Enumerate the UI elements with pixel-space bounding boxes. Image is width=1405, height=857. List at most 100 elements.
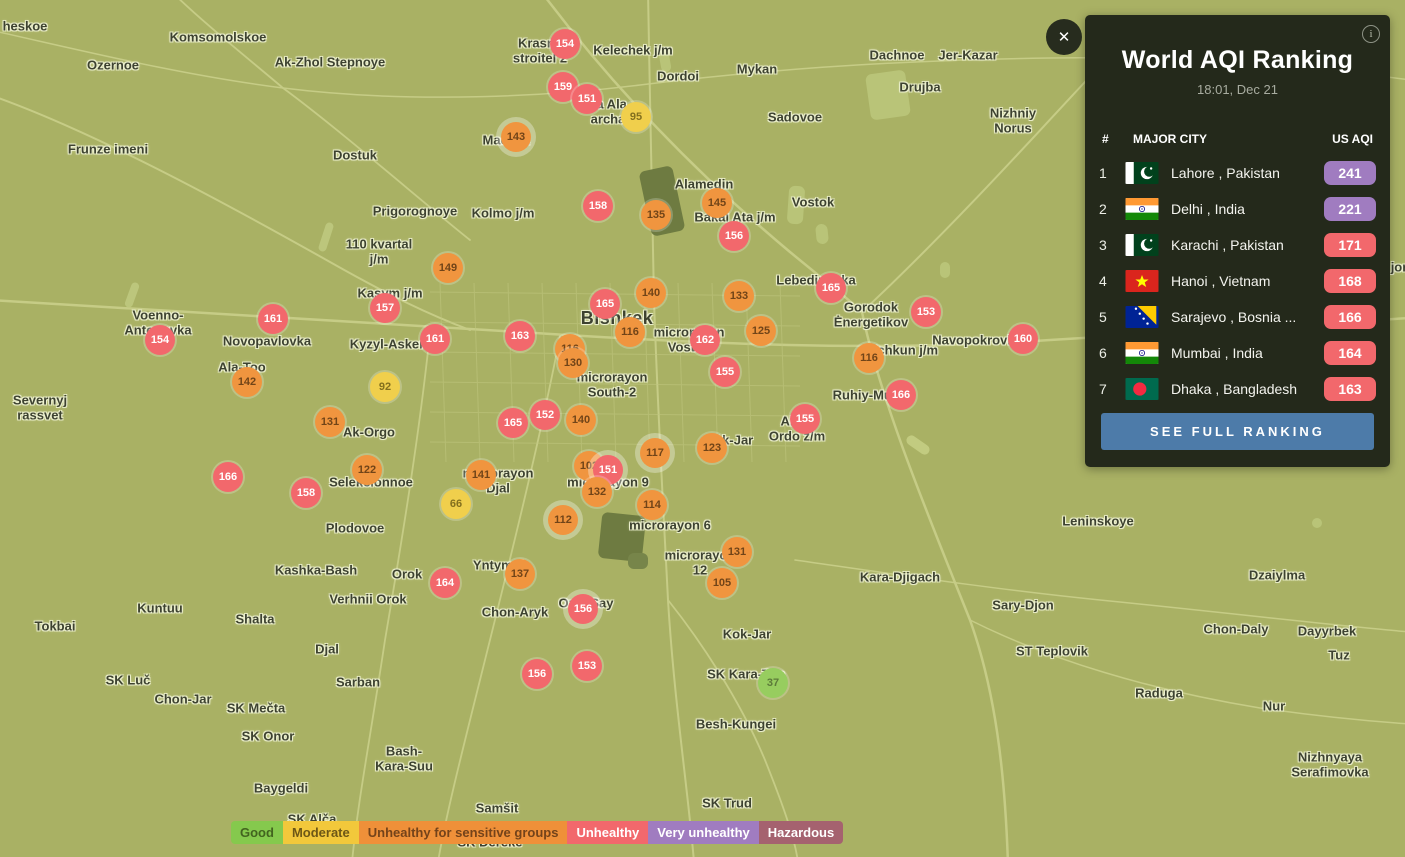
aqi-marker[interactable]: 153 bbox=[911, 297, 941, 327]
aqi-marker[interactable]: 157 bbox=[370, 293, 400, 323]
aqi-marker[interactable]: 145 bbox=[702, 188, 732, 218]
legend-unhealthy-for-sensitive-groups: Unhealthy for sensitive groups bbox=[359, 821, 568, 844]
aqi-marker[interactable]: 123 bbox=[697, 433, 727, 463]
map-place-label: Dzaiylma bbox=[1249, 569, 1305, 584]
map-place-label: Shalta bbox=[235, 613, 274, 628]
aqi-marker[interactable]: 116 bbox=[854, 343, 884, 373]
aqi-marker[interactable]: 125 bbox=[746, 316, 776, 346]
see-full-ranking-button[interactable]: SEE FULL RANKING bbox=[1101, 413, 1374, 450]
aqi-marker[interactable]: 135 bbox=[641, 200, 671, 230]
aqi-marker[interactable]: 160 bbox=[1008, 324, 1038, 354]
close-button[interactable]: ✕ bbox=[1046, 19, 1082, 55]
ranking-row[interactable]: 3Karachi , Pakistan171 bbox=[1099, 227, 1376, 263]
aqi-marker[interactable]: 154 bbox=[145, 325, 175, 355]
aqi-marker[interactable]: 156 bbox=[719, 221, 749, 251]
aqi-marker[interactable]: 152 bbox=[530, 400, 560, 430]
aqi-marker[interactable]: 156 bbox=[568, 594, 598, 624]
aqi-marker[interactable]: 114 bbox=[637, 490, 667, 520]
aqi-marker[interactable]: 161 bbox=[420, 324, 450, 354]
aqi-marker[interactable]: 155 bbox=[790, 404, 820, 434]
aqi-marker[interactable]: 132 bbox=[582, 477, 612, 507]
aqi-marker[interactable]: 155 bbox=[710, 357, 740, 387]
aqi-badge: 163 bbox=[1324, 377, 1376, 401]
pakistan-flag-icon bbox=[1125, 234, 1159, 256]
aqi-marker[interactable]: 133 bbox=[724, 281, 754, 311]
bosnia-flag-icon bbox=[1125, 306, 1159, 328]
map-place-label: Kolmo j/m bbox=[472, 207, 535, 222]
ranking-row[interactable]: 1Lahore , Pakistan241 bbox=[1099, 155, 1376, 191]
map-place-label: Raduga bbox=[1135, 687, 1183, 702]
map-place-label: Mykan bbox=[737, 63, 777, 78]
map-place-label: Kashka-Bash bbox=[275, 564, 357, 579]
aqi-marker[interactable]: 161 bbox=[258, 304, 288, 334]
rank-number: 1 bbox=[1099, 165, 1125, 181]
aqi-marker[interactable]: 117 bbox=[640, 438, 670, 468]
city-name: Sarajevo , Bosnia ... bbox=[1171, 309, 1296, 325]
aqi-marker[interactable]: 95 bbox=[621, 102, 651, 132]
aqi-marker[interactable]: 149 bbox=[433, 253, 463, 283]
aqi-marker[interactable]: 137 bbox=[505, 559, 535, 589]
aqi-marker[interactable]: 166 bbox=[213, 462, 243, 492]
ranking-row[interactable]: 6Mumbai , India164 bbox=[1099, 335, 1376, 371]
aqi-marker[interactable]: 165 bbox=[816, 273, 846, 303]
ranking-row[interactable]: 2Delhi , India221 bbox=[1099, 191, 1376, 227]
aqi-marker[interactable]: 130 bbox=[558, 348, 588, 378]
map-place-label: Jer-Kazar bbox=[938, 49, 997, 64]
ranking-row[interactable]: 5Sarajevo , Bosnia ...166 bbox=[1099, 299, 1376, 335]
rank-number: 3 bbox=[1099, 237, 1125, 253]
aqi-marker[interactable]: 140 bbox=[566, 405, 596, 435]
aqi-marker[interactable]: 131 bbox=[315, 407, 345, 437]
aqi-marker[interactable]: 37 bbox=[758, 668, 788, 698]
rank-number: 4 bbox=[1099, 273, 1125, 289]
map-place-label: Kara-Djigach bbox=[860, 571, 940, 586]
aqi-marker[interactable]: 92 bbox=[370, 372, 400, 402]
map-place-label: Gorodok Ėnergetikov bbox=[834, 300, 908, 329]
map-place-label: Sarban bbox=[336, 676, 380, 691]
city-column-header: MAJOR CITY bbox=[1133, 132, 1207, 146]
aqi-marker[interactable]: 156 bbox=[522, 659, 552, 689]
aqi-marker[interactable]: 151 bbox=[572, 84, 602, 114]
aqi-marker[interactable]: 142 bbox=[232, 367, 262, 397]
map-canvas[interactable]: heskoeKomsomolskoeOzernoeAk-Zhol Stepnoy… bbox=[0, 0, 1405, 857]
aqi-marker[interactable]: 66 bbox=[441, 489, 471, 519]
pakistan-flag-icon bbox=[1125, 162, 1159, 184]
city-name: Dhaka , Bangladesh bbox=[1171, 381, 1297, 397]
aqi-marker[interactable]: 112 bbox=[548, 505, 578, 535]
aqi-marker[interactable]: 122 bbox=[352, 455, 382, 485]
aqi-marker[interactable]: 143 bbox=[501, 122, 531, 152]
map-place-label: Dayyrbek bbox=[1298, 625, 1357, 640]
aqi-marker[interactable]: 105 bbox=[707, 568, 737, 598]
aqi-marker[interactable]: 158 bbox=[291, 478, 321, 508]
map-terrain-patch bbox=[940, 262, 950, 278]
aqi-marker[interactable]: 140 bbox=[636, 278, 666, 308]
aqi-marker[interactable]: 116 bbox=[615, 317, 645, 347]
india-flag-icon bbox=[1125, 198, 1159, 220]
map-place-label: heskoe bbox=[3, 20, 48, 35]
map-place-label: Severnyj rassvet bbox=[13, 393, 67, 422]
city-name: Hanoi , Vietnam bbox=[1171, 273, 1270, 289]
rank-number: 5 bbox=[1099, 309, 1125, 325]
ranking-row[interactable]: 7Dhaka , Bangladesh163 bbox=[1099, 371, 1376, 407]
aqi-marker[interactable]: 166 bbox=[886, 380, 916, 410]
aqi-marker[interactable]: 153 bbox=[572, 651, 602, 681]
map-place-label: Sary-Djon bbox=[992, 599, 1053, 614]
aqi-marker[interactable]: 141 bbox=[466, 460, 496, 490]
map-place-label: Ak-Zhol Stepnoye bbox=[275, 56, 386, 71]
aqi-marker[interactable]: 154 bbox=[550, 29, 580, 59]
rank-column-header: # bbox=[1102, 132, 1109, 146]
aqi-marker[interactable]: 131 bbox=[722, 537, 752, 567]
aqi-marker[interactable]: 163 bbox=[505, 321, 535, 351]
ranking-row[interactable]: 4Hanoi , Vietnam168 bbox=[1099, 263, 1376, 299]
map-place-label: 110 kvartal j/m bbox=[346, 237, 413, 266]
map-place-label: Chon-Daly bbox=[1204, 623, 1269, 638]
aqi-marker[interactable]: 164 bbox=[430, 568, 460, 598]
info-icon[interactable]: i bbox=[1362, 25, 1380, 43]
rank-number: 2 bbox=[1099, 201, 1125, 217]
aqi-marker[interactable]: 165 bbox=[498, 408, 528, 438]
aqi-marker[interactable]: 162 bbox=[690, 325, 720, 355]
aqi-badge: 171 bbox=[1324, 233, 1376, 257]
aqi-marker[interactable]: 158 bbox=[583, 191, 613, 221]
aqi-marker[interactable]: 165 bbox=[590, 289, 620, 319]
map-place-label: Nizhniy Norus bbox=[990, 106, 1036, 135]
aqi-legend: GoodModerateUnhealthy for sensitive grou… bbox=[231, 821, 843, 844]
